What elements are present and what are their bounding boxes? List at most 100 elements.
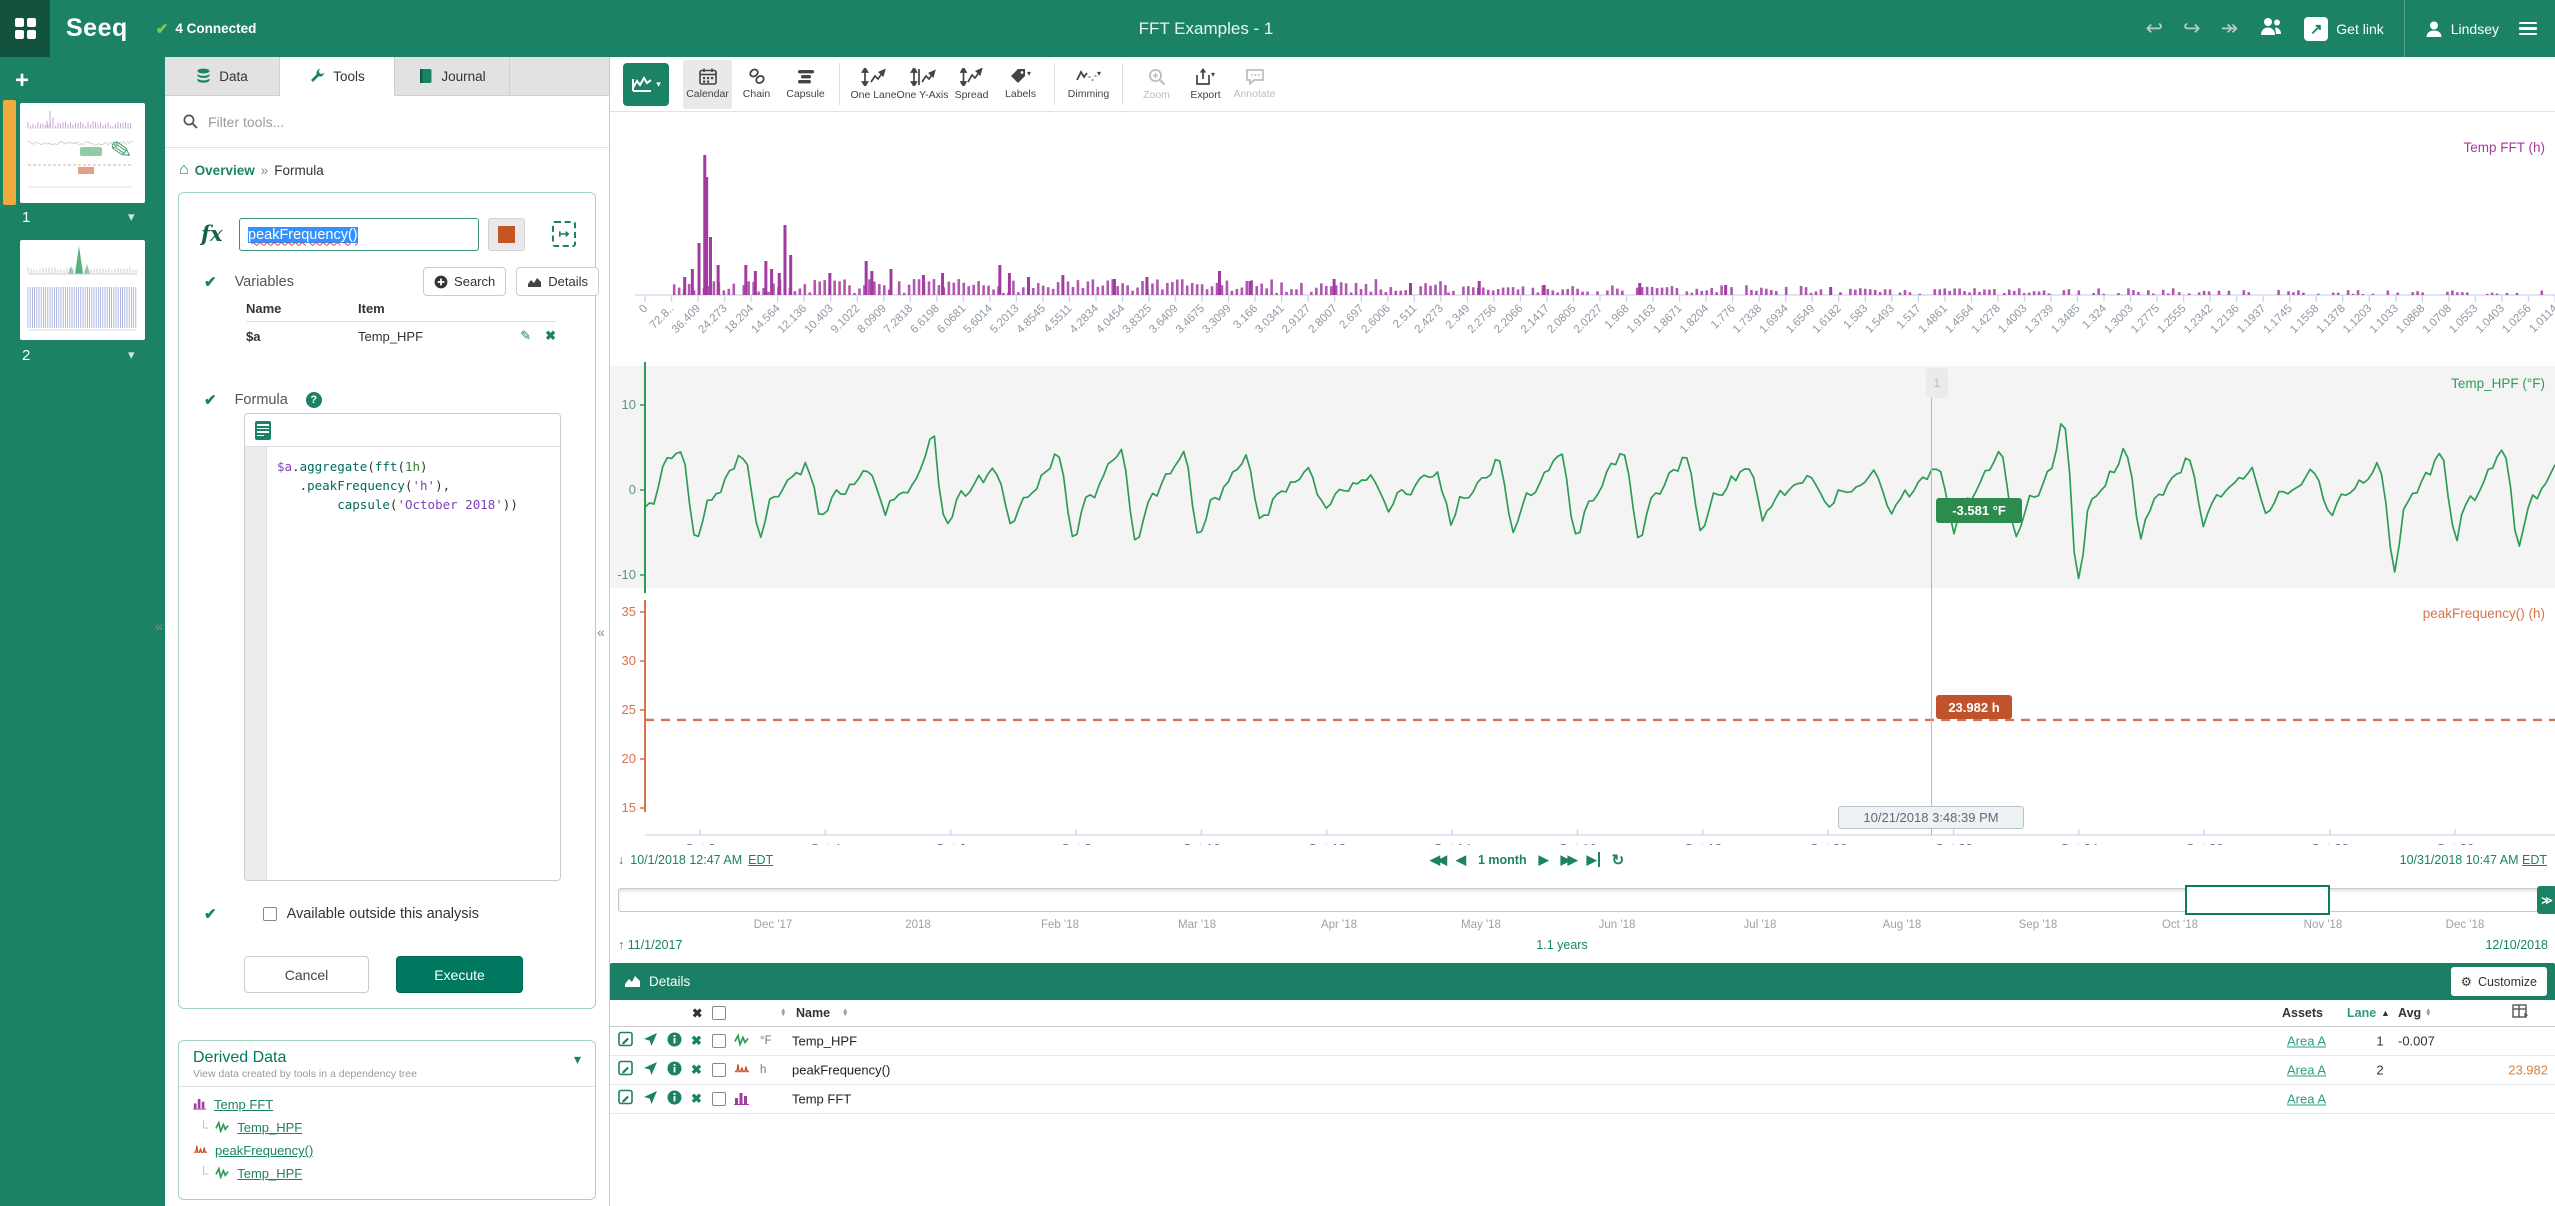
add-worksheet-button[interactable]: + — [15, 67, 29, 95]
edit-icon[interactable] — [618, 1061, 634, 1080]
redo-all-icon[interactable]: ↠ — [2221, 18, 2239, 39]
select-all-checkbox[interactable] — [712, 1006, 726, 1020]
filter-tools-search[interactable]: Filter tools... — [165, 96, 609, 148]
step-to-end-icon[interactable]: ▶ — [1587, 852, 1600, 868]
asset-link[interactable]: Area A — [2287, 1034, 2326, 1049]
tab-tools[interactable]: Tools — [280, 57, 395, 96]
series-label-peakfrequency[interactable]: peakFrequency() (h) — [2423, 606, 2545, 621]
formula-editor[interactable]: $a.aggregate(fft(1h) .peakFrequency('h')… — [244, 413, 561, 881]
home-icon[interactable]: ⌂ — [179, 161, 189, 179]
timeline-scrollbar[interactable] — [618, 888, 2540, 912]
timeline-range-start[interactable]: ↑ 11/1/2017 — [618, 938, 682, 952]
color-swatch-button[interactable] — [488, 218, 525, 251]
trend-charts[interactable]: 072.8..36.40924.27318.20414.56412.13610.… — [610, 112, 2555, 845]
details-table-row[interactable]: ✖hpeakFrequency()Area A223.982 — [610, 1056, 2555, 1085]
capsule-button[interactable]: Capsule — [781, 60, 830, 109]
series-label-temp-hpf[interactable]: Temp_HPF (°F) — [2451, 376, 2545, 391]
derived-item-link[interactable]: peakFrequency() — [215, 1143, 313, 1158]
variable-details-button[interactable]: Details — [516, 267, 599, 296]
info-icon[interactable] — [667, 1061, 682, 1079]
chain-button[interactable]: Chain — [732, 60, 781, 109]
edit-icon[interactable] — [618, 1032, 634, 1051]
redo-icon[interactable]: ↪ — [2183, 18, 2201, 39]
cancel-button[interactable]: Cancel — [244, 956, 369, 993]
column-lane[interactable]: Lane — [2347, 1006, 2376, 1020]
asset-link[interactable]: Area A — [2287, 1092, 2326, 1107]
send-icon[interactable] — [643, 1032, 658, 1050]
export-button[interactable]: ▾ Export — [1181, 60, 1230, 109]
derived-item-link[interactable]: Temp_HPF — [237, 1120, 302, 1135]
help-icon[interactable]: ? — [306, 392, 322, 408]
connection-status[interactable]: ✔4 Connected — [156, 20, 257, 38]
row-checkbox[interactable] — [712, 1092, 726, 1106]
send-icon[interactable] — [643, 1090, 658, 1108]
breadcrumb-overview-link[interactable]: Overview — [195, 163, 255, 178]
customize-button[interactable]: ⚙ Customize — [2451, 967, 2547, 996]
row-checkbox[interactable] — [712, 1063, 726, 1077]
formula-name-input[interactable]: peakFrequency() — [239, 218, 479, 251]
chevron-down-icon[interactable]: ▾ — [128, 209, 135, 225]
timeline-end-button[interactable]: ≫ — [2537, 886, 2555, 914]
step-forward-fast-icon[interactable]: ▶▶ — [1561, 852, 1575, 868]
edit-pencil-icon[interactable]: ✎ — [520, 328, 531, 344]
apps-grid-button[interactable] — [0, 0, 50, 57]
timeline-range-duration[interactable]: 1.1 years — [1536, 938, 1587, 952]
column-name[interactable]: Name — [796, 1006, 830, 1020]
get-link-button[interactable]: ↗Get link — [2304, 17, 2383, 41]
chevron-down-icon[interactable]: ▾ — [128, 347, 135, 363]
remove-x-icon[interactable]: ✖ — [691, 1033, 702, 1049]
chevron-down-icon[interactable]: ▾ — [574, 1051, 581, 1068]
remove-x-icon[interactable]: ✖ — [691, 1062, 702, 1078]
step-back-icon[interactable]: ◀ — [1456, 852, 1466, 868]
item-name[interactable]: Temp FFT — [792, 1092, 851, 1107]
column-assets[interactable]: Assets — [2282, 1006, 2323, 1020]
details-table-row[interactable]: ✖°FTemp_HPFArea A1-0.007 — [610, 1027, 2555, 1056]
range-end[interactable]: 10/31/2018 10:47 AM EDT — [2400, 853, 2547, 867]
item-name[interactable]: Temp_HPF — [792, 1034, 857, 1049]
execute-button[interactable]: Execute — [396, 956, 523, 993]
collapse-panel-icon[interactable]: « — [597, 624, 605, 640]
one-lane-button[interactable]: One Lane — [849, 60, 898, 109]
remove-x-icon[interactable]: ✖ — [545, 328, 556, 344]
collapse-sidebar-icon[interactable]: « — [155, 618, 163, 634]
remove-all-icon[interactable]: ✖ — [692, 1006, 702, 1021]
timeline-range-end[interactable]: 12/10/2018 — [2485, 938, 2548, 952]
send-icon[interactable] — [643, 1061, 658, 1079]
formula-code[interactable]: $a.aggregate(fft(1h) .peakFrequency('h')… — [267, 447, 560, 881]
edit-icon[interactable] — [618, 1090, 634, 1109]
sort-icon[interactable]: ▲▼ — [780, 1009, 786, 1017]
popout-icon[interactable]: ↦ — [552, 221, 576, 247]
item-name[interactable]: peakFrequency() — [792, 1063, 890, 1078]
calendar-button[interactable]: Calendar — [683, 60, 732, 109]
add-column-icon[interactable] — [2512, 1004, 2529, 1022]
labels-button[interactable]: ▾ Labels — [996, 60, 1045, 109]
lane-handle[interactable]: 1 — [1926, 368, 1948, 398]
worksheet-thumbnail-1[interactable]: ✎ — [20, 103, 145, 203]
details-table-row[interactable]: ✖ Temp FFT Area A — [610, 1085, 2555, 1114]
view-mode-dropdown[interactable]: ▾ — [623, 63, 669, 106]
range-start[interactable]: ↓ 10/1/2018 12:47 AMEDT — [618, 853, 773, 867]
hamburger-menu-icon[interactable] — [2519, 22, 2537, 36]
timeline-selection[interactable] — [2185, 885, 2330, 915]
step-back-fast-icon[interactable]: ◀◀ — [1430, 852, 1444, 868]
user-menu[interactable]: Lindsey — [2425, 20, 2499, 38]
asset-link[interactable]: Area A — [2287, 1063, 2326, 1078]
spread-button[interactable]: Spread — [947, 60, 996, 109]
range-duration-label[interactable]: 1 month — [1478, 853, 1527, 867]
refresh-icon[interactable]: ↻ — [1612, 851, 1625, 869]
dimming-button[interactable]: ▾ Dimming — [1064, 60, 1113, 109]
info-icon[interactable] — [667, 1090, 682, 1108]
variable-search-button[interactable]: Search — [423, 267, 506, 296]
series-label-temp-fft[interactable]: Temp FFT (h) — [2463, 140, 2545, 155]
derived-item-link[interactable]: Temp_HPF — [237, 1166, 302, 1181]
derived-item-link[interactable]: Temp FFT — [214, 1097, 273, 1112]
document-icon[interactable] — [255, 421, 271, 440]
remove-x-icon[interactable]: ✖ — [691, 1091, 702, 1107]
sort-icon[interactable]: ▲▼ — [842, 1009, 848, 1017]
column-avg[interactable]: Avg — [2398, 1006, 2421, 1020]
info-icon[interactable] — [667, 1032, 682, 1050]
sort-icon[interactable]: ▲▼ — [2425, 1009, 2431, 1017]
step-forward-icon[interactable]: ▶ — [1539, 852, 1549, 868]
available-checkbox[interactable] — [263, 907, 277, 921]
worksheet-thumbnail-2[interactable] — [20, 240, 145, 340]
